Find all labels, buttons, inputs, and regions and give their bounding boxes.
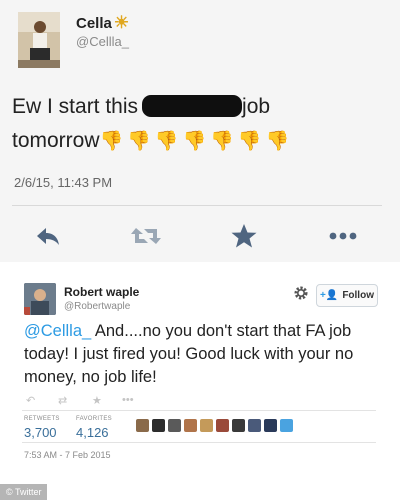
- redaction-bar: [142, 95, 243, 117]
- original-tweet: Cella ☀ @Cellla_ Ew I start this job tomor…: [0, 0, 400, 262]
- avatar[interactable]: [184, 419, 197, 432]
- tweet-text: Ew I start this job tomorrow👎👎👎👎👎👎👎: [12, 95, 294, 152]
- add-user-icon: +👤: [320, 290, 339, 301]
- reply-icon[interactable]: ↶: [26, 394, 35, 407]
- timestamp: 2/6/15, 11:43 PM: [14, 175, 113, 190]
- avatar[interactable]: [24, 283, 56, 315]
- avatar[interactable]: [136, 419, 149, 432]
- follow-button[interactable]: +👤 Follow: [316, 284, 378, 307]
- display-name[interactable]: Robert waple: [64, 285, 139, 299]
- avatar[interactable]: [232, 419, 245, 432]
- divider: [22, 410, 376, 411]
- divider: [22, 442, 376, 443]
- sun-icon: ☀: [113, 13, 130, 32]
- retweet-icon[interactable]: [128, 220, 164, 252]
- timestamp: 7:53 AM - 7 Feb 2015: [24, 450, 111, 460]
- thumbs-down-emojis: 👎👎👎👎👎👎👎: [99, 131, 294, 152]
- mention-link[interactable]: @Cellla_: [24, 322, 91, 340]
- retweet-count[interactable]: RETWEETS 3,700: [24, 416, 60, 440]
- avatar[interactable]: [168, 419, 181, 432]
- avatar[interactable]: [264, 419, 277, 432]
- avatar[interactable]: [152, 419, 165, 432]
- username[interactable]: @Cellla_: [76, 34, 129, 49]
- watermark: © Twitter: [0, 484, 48, 500]
- reply-tweet-text: @Cellla_ And....no you don't start that …: [24, 322, 354, 386]
- tweet-actions: [0, 218, 400, 254]
- avatar[interactable]: [200, 419, 213, 432]
- more-icon[interactable]: •••: [122, 394, 134, 406]
- avatar[interactable]: [18, 12, 60, 68]
- more-icon[interactable]: [326, 220, 362, 252]
- tweet-actions: ↶ ⇄ ★ •••: [22, 394, 152, 407]
- avatar[interactable]: [216, 419, 229, 432]
- gear-icon[interactable]: [292, 284, 310, 302]
- display-name[interactable]: Cella ☀: [76, 13, 129, 33]
- reply-icon[interactable]: [32, 220, 68, 252]
- favorite-count[interactable]: FAVORITES 4,126: [76, 416, 112, 440]
- favorite-icon[interactable]: ★: [92, 394, 102, 407]
- divider: [12, 205, 382, 206]
- avatar[interactable]: [248, 419, 261, 432]
- username[interactable]: @Robertwaple: [64, 301, 130, 312]
- favorite-icon[interactable]: [228, 220, 264, 252]
- retweet-icon[interactable]: ⇄: [58, 394, 67, 407]
- avatar[interactable]: [280, 419, 293, 432]
